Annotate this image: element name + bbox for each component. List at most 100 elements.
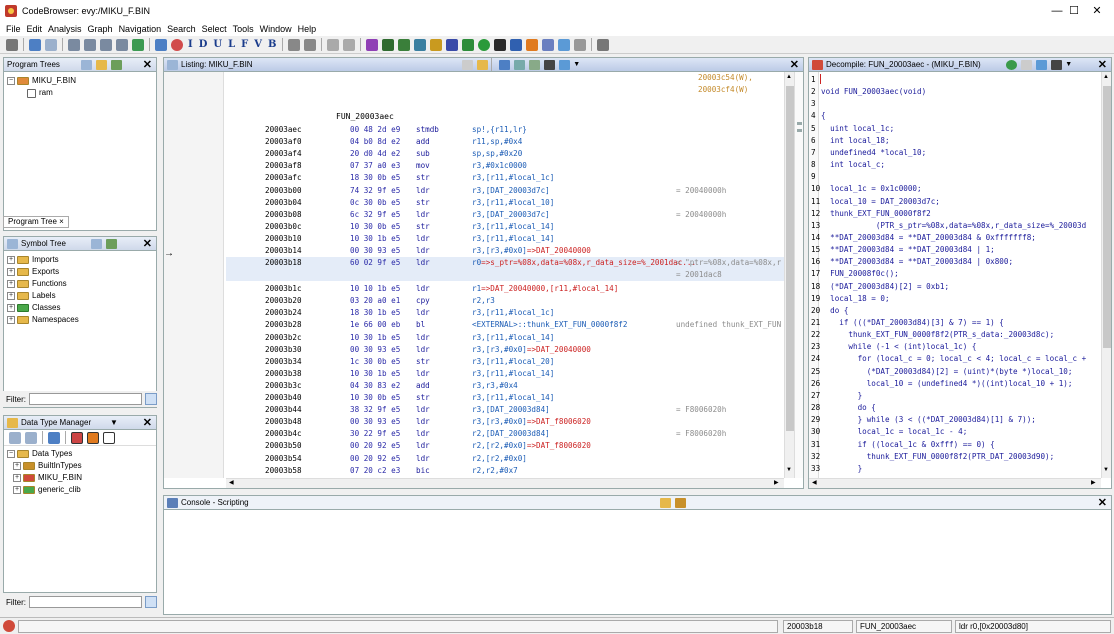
field-edit-icon[interactable]	[514, 59, 526, 70]
listing-scroll-thumb[interactable]	[786, 86, 794, 431]
close-icon[interactable]: ✕	[790, 58, 799, 71]
dropdown-icon[interactable]: ▼	[1065, 61, 1072, 68]
down-arrow-icon[interactable]	[155, 38, 167, 51]
decompile-line[interactable]: 12 thunk_EXT_FUN_0000f8f2	[809, 208, 1099, 220]
save-icon[interactable]	[6, 38, 18, 51]
scroll-down-icon[interactable]: ▼	[786, 467, 792, 473]
tab-program-tree[interactable]: Program Tree ×	[3, 216, 69, 228]
search-program-icon[interactable]	[304, 38, 317, 51]
data-type-icon[interactable]	[398, 38, 411, 51]
copy-icon[interactable]	[110, 59, 122, 70]
redo-icon[interactable]	[343, 38, 356, 51]
listing-row[interactable]: 20003b30 00 30 93 e5 ldr r3,[r3,#0x0]=>DAT_…	[226, 344, 784, 356]
dropdown-icon[interactable]: ▼	[573, 61, 580, 68]
symbol-imports[interactable]: + Imports	[7, 254, 156, 266]
disassemble-i-icon[interactable]: I	[188, 39, 193, 50]
refresh-icon[interactable]	[1006, 59, 1018, 70]
collapse-icon[interactable]: −	[7, 77, 15, 85]
forward-arrow-icon[interactable]	[25, 431, 37, 444]
menu-analysis[interactable]: Analysis	[48, 24, 82, 34]
forward-arrow-icon[interactable]	[45, 38, 57, 51]
decompile-line[interactable]: 17 FUN_20008f0c();	[809, 268, 1099, 280]
archive-icon[interactable]	[48, 431, 60, 444]
symbol-labels[interactable]: + Labels	[7, 290, 156, 302]
variable-v-icon[interactable]: V	[254, 39, 262, 50]
check-icon[interactable]	[366, 38, 379, 51]
close-window-button[interactable]: ✕	[1080, 0, 1114, 22]
clear-console-icon[interactable]	[675, 497, 687, 508]
decompile-line[interactable]: 9	[809, 171, 1099, 183]
decompile-line[interactable]: 30 local_1c = local_1c - 4;	[809, 426, 1099, 438]
debugger-icon[interactable]	[510, 38, 523, 51]
listing-row[interactable]: 20003b44 38 32 9f e5 ldr r3,[DAT_20003d84] =…	[226, 404, 784, 416]
scroll-right-icon[interactable]: ▶	[1091, 479, 1096, 486]
decompile-line[interactable]: 8 int local_c;	[809, 159, 1099, 171]
decompile-line[interactable]: 22 thunk_EXT_FUN_0000f8f2(PTR_s_data:_20…	[809, 329, 1099, 341]
listing-hscrollbar[interactable]: ◀ ▶	[226, 478, 784, 488]
listing-row[interactable]: 20003b34 1c 30 0b e5 str r3,[r11,#local_20]	[226, 356, 784, 368]
listing-row[interactable]: 20003b04 0c 30 0b e5 str r3,[r11,#local_10]	[226, 197, 784, 209]
run-script-icon[interactable]	[478, 38, 491, 51]
decompile-line[interactable]: 7 undefined4 *local_10;	[809, 147, 1099, 159]
symbol-filter-input[interactable]	[29, 393, 143, 405]
scroll-right-icon[interactable]: ▶	[774, 479, 779, 486]
decompile-scrollbar[interactable]: ▲ ▼	[1101, 72, 1111, 478]
listing-row[interactable]: 20003b28 1e 66 00 eb bl <EXTERNAL>::thunk_E…	[226, 319, 784, 331]
create-namespace-icon[interactable]	[91, 238, 103, 249]
listing-body[interactable]: 20003c54(W), 20003cf4(W) FUN_20003aec 20…	[226, 72, 784, 480]
call-graph-icon[interactable]	[446, 38, 459, 51]
function-label[interactable]: FUN_20003aec	[336, 112, 394, 121]
next-undefined-icon[interactable]	[116, 38, 128, 51]
snapshot-icon[interactable]	[1051, 59, 1063, 70]
decompile-line[interactable]: 5 uint local_1c;	[809, 123, 1099, 135]
decompile-line[interactable]: 26 local_10 = (undefined4 *)((int)local_…	[809, 378, 1099, 390]
decompile-line[interactable]: 19 local_18 = 0;	[809, 293, 1099, 305]
close-icon[interactable]: ✕	[143, 58, 152, 71]
bookmark-b-icon[interactable]: B	[268, 39, 276, 50]
decompile-body[interactable]: 1 2 void FUN_20003aec(void) 3 4{5 uint local…	[809, 72, 1101, 478]
listing-row[interactable]: 20003b1c 10 10 1b e5 ldr r1=>DAT_20040000,[…	[226, 283, 784, 295]
listing-row[interactable]: 20003b20 03 20 a0 e1 cpy r2,r3	[226, 295, 784, 307]
menu-help[interactable]: Help	[298, 24, 317, 34]
decompile-line[interactable]: 29 } while (3 < ((*DAT_20003d84)[1] & 7)…	[809, 414, 1099, 426]
next-data-icon[interactable]	[84, 38, 96, 51]
decompile-line[interactable]: 27 }	[809, 390, 1099, 402]
label-l-icon[interactable]: L	[228, 39, 235, 50]
decompile-line[interactable]: 14 **DAT_20003d84 = **DAT_20003d84 & 0xf…	[809, 232, 1099, 244]
decompile-line[interactable]: 15 **DAT_20003d84 = **DAT_20003d84 | 1;	[809, 244, 1099, 256]
function-graph-icon[interactable]	[430, 38, 443, 51]
clear-icon[interactable]	[171, 38, 183, 51]
console-icon[interactable]	[494, 38, 507, 51]
tool-icon[interactable]	[574, 38, 587, 51]
data-types-root[interactable]: − Data Types	[7, 448, 156, 460]
paste-icon[interactable]	[477, 59, 489, 70]
window-icon[interactable]	[542, 38, 555, 51]
collapse-all-icon[interactable]	[103, 431, 115, 444]
status-dragon-icon[interactable]	[3, 620, 15, 632]
listing-row[interactable]: 20003b18 60 02 9f e5 ldr r0=>s_ptr=%08x,dat…	[226, 257, 784, 282]
decompile-line[interactable]: 4{	[809, 110, 1099, 122]
bytes-icon[interactable]	[414, 38, 427, 51]
menu-tools[interactable]: Tools	[233, 24, 254, 34]
search-memory-icon[interactable]	[288, 38, 301, 51]
symbol-namespaces[interactable]: + Namespaces	[7, 314, 156, 326]
decompile-line[interactable]: 10 local_1c = 0x1c0000;	[809, 183, 1099, 195]
listing-row[interactable]: 20003b00 74 32 9f e5 ldr r3,[DAT_20003d7c] =…	[226, 185, 784, 197]
function-f-icon[interactable]: F	[241, 39, 248, 50]
decompile-hscrollbar[interactable]: ◀ ▶	[809, 478, 1101, 488]
listing-row[interactable]: 20003b38 10 30 1b e5 ldr r3,[r11,#local_14]	[226, 368, 784, 380]
listing-row[interactable]: 20003b50 00 20 92 e5 ldr r2,[r2,#0x0]=>DAT_…	[226, 440, 784, 452]
listing-row[interactable]: 20003b10 10 30 1b e5 ldr r3,[r11,#local_14]	[226, 233, 784, 245]
listing-row[interactable]: 20003afc 18 30 0b e5 str r3,[r11,#local_1c]	[226, 172, 784, 184]
decompile-line[interactable]: 20 do {	[809, 305, 1099, 317]
listing-row[interactable]: 20003b0c 10 30 0b e5 str r3,[r11,#local_14]	[226, 221, 784, 233]
help-icon[interactable]	[597, 38, 610, 51]
listing-row[interactable]: 20003aec 00 48 2d e9 stmdb sp!,{r11,lr}	[226, 124, 784, 136]
scroll-left-icon[interactable]: ◀	[229, 479, 234, 486]
filter-options-icon[interactable]	[145, 596, 157, 608]
table-icon[interactable]	[558, 38, 571, 51]
menu-search[interactable]: Search	[167, 24, 196, 34]
close-icon[interactable]: ✕	[143, 416, 152, 429]
decompile-line[interactable]: 32 thunk_EXT_FUN_0000f8f2(PTR_DAT_20003d…	[809, 451, 1099, 463]
listing-row[interactable]: 20003b54 00 20 92 e5 ldr r2,[r2,#0x0]	[226, 453, 784, 465]
